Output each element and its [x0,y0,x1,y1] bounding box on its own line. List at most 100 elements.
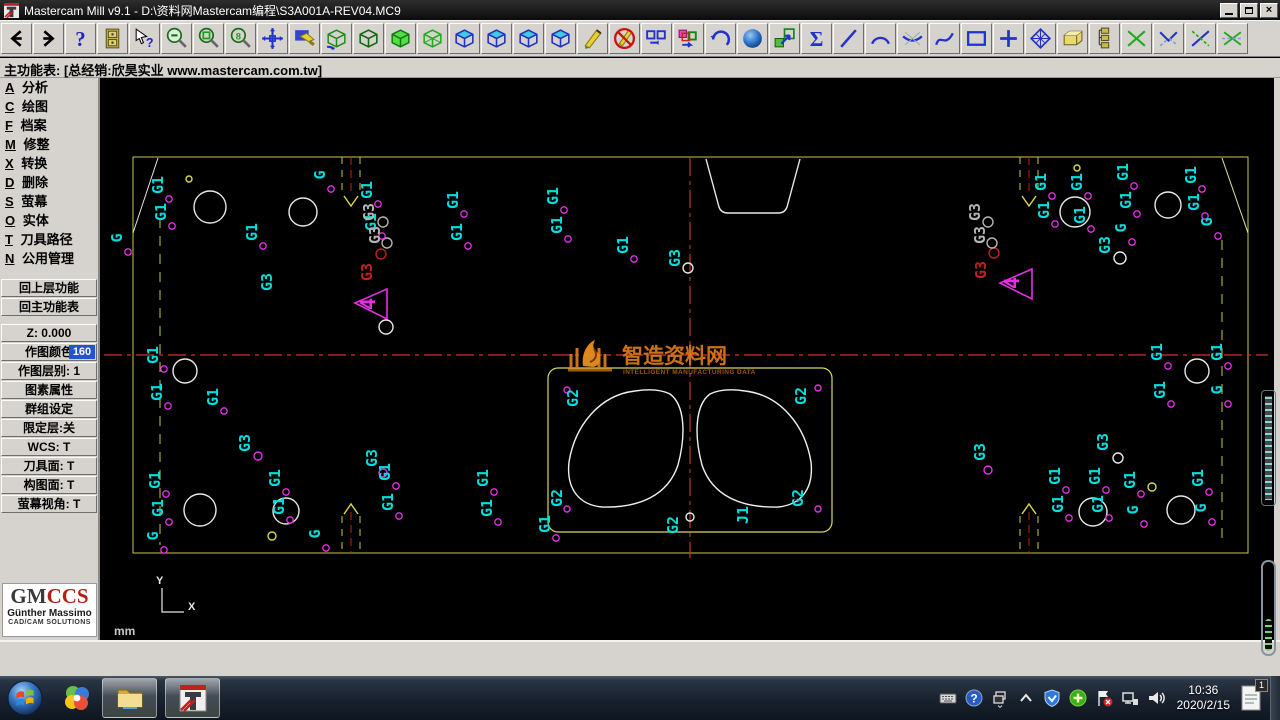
cplane-top-button[interactable] [449,23,480,54]
undo-button[interactable] [705,23,736,54]
status-button-4[interactable]: 群组设定 [1,400,97,418]
dynamic-rotate-button[interactable] [321,23,352,54]
menu-item-M[interactable]: M 修整 [0,135,98,154]
create-point-button[interactable] [993,23,1024,54]
network-icon[interactable] [1119,687,1141,709]
menu-item-N[interactable]: N 公用管理 [0,249,98,268]
status-button-6[interactable]: WCS: T [1,438,97,456]
repaint-button[interactable] [289,23,320,54]
taskbar-mastercam-button[interactable] [165,678,220,718]
svg-text:G3: G3 [366,226,384,244]
status-button-2[interactable]: 作图层别: 1 [1,362,97,380]
menu-item-S[interactable]: S 萤幕 [0,192,98,211]
restore-button[interactable] [1240,2,1258,18]
zoom-auto-button[interactable]: 8 [225,23,256,54]
taskbar-explorer-button[interactable] [102,678,157,718]
status-button-7[interactable]: 刀具面: T [1,457,97,475]
fit-pan-button[interactable] [257,23,288,54]
show-desktop-button[interactable] [1270,676,1280,720]
svg-text:G1: G1 [1148,343,1166,361]
toolpath-manager-button[interactable] [1089,23,1120,54]
main-menu-button[interactable]: 回主功能表 [1,298,97,316]
menu-item-D[interactable]: D 删除 [0,173,98,192]
svg-text:G1: G1 [1114,163,1132,181]
prev-menu-button[interactable] [1,23,32,54]
notification-icon[interactable]: 1 [1238,679,1268,713]
title-bar[interactable]: Mastercam Mill v9.1 - D:\资料网Mastercam编程\… [0,0,1280,20]
file-manager-button[interactable] [97,23,128,54]
copy-button[interactable] [641,23,672,54]
trim-break-button[interactable] [1217,23,1248,54]
cplane-side-button[interactable] [513,23,544,54]
zoom-window-button[interactable] [193,23,224,54]
cad-canvas[interactable]: G1 G1 G G1 G G1 G1 G1 G1 G1 G1 G1 G3 G3 G1 G1 G1 G1 G1 G G1 G… [100,78,1274,640]
svg-text:G3: G3 [966,203,984,221]
menu-item-X[interactable]: X 转换 [0,154,98,173]
menu-item-T[interactable]: T 刀具路径 [0,230,98,249]
cplane-front-button[interactable] [481,23,512,54]
create-solid-button[interactable] [1057,23,1088,54]
unit-label: mm [114,624,135,638]
svg-text:G1: G1 [266,469,284,487]
arrow-up-icon[interactable] [1015,687,1037,709]
zoom-button[interactable] [161,23,192,54]
taskbar-clock[interactable]: 10:36 2020/2/15 [1177,683,1230,713]
create-surface-button[interactable] [1025,23,1056,54]
svg-text:G1: G1 [448,223,466,241]
sketch-button[interactable] [577,23,608,54]
mastercam-taskbar-icon [179,684,206,712]
taskbar-app-colorwheel[interactable] [60,681,94,715]
analyze-button[interactable]: Σ [801,23,832,54]
solids-view-button[interactable] [769,23,800,54]
windows-taskbar: ? 10:36 2020/2/15 1 [0,676,1280,720]
flag-icon[interactable] [1093,687,1115,709]
gview-iso-button[interactable] [417,23,448,54]
create-fillet-button[interactable] [897,23,928,54]
svg-text:G1: G1 [152,203,170,221]
menu-item-F[interactable]: F 档案 [0,116,98,135]
status-button-1[interactable]: 作图颜色 160 [1,343,97,361]
cad-viewport[interactable]: G1 G1 G G1 G G1 G1 G1 G1 G1 G1 G1 G3 G3 G1 G1 G1 G1 G1 G G1 G… [100,78,1274,640]
green-plus-icon[interactable] [1067,687,1089,709]
trim-divide-button[interactable] [1185,23,1216,54]
status-button-5[interactable]: 限定层:关 [1,419,97,437]
cursor-help-button[interactable]: ? [129,23,160,54]
menu-item-C[interactable]: C 绘图 [0,97,98,116]
svg-text:?: ? [146,36,154,50]
create-arc-button[interactable] [865,23,896,54]
menu-item-A[interactable]: A 分析 [0,78,98,97]
status-button-3[interactable]: 图素属性 [1,381,97,399]
scrollbar-track[interactable] [1261,560,1276,656]
menu-item-O[interactable]: O 实体 [0,211,98,230]
delete-button[interactable] [609,23,640,54]
minimize-button[interactable] [1220,2,1238,18]
shade-button[interactable] [737,23,768,54]
create-line-button[interactable] [833,23,864,54]
scrollbar-thumb[interactable] [1261,390,1276,506]
cplane-iso-button[interactable] [545,23,576,54]
status-button-0[interactable]: Z: 0.000 [1,324,97,342]
back-menu-button[interactable]: 回上层功能 [1,279,97,297]
svg-text:?: ? [75,27,85,51]
create-spline-button[interactable] [929,23,960,54]
create-rectangle-button[interactable] [961,23,992,54]
volume-icon[interactable] [1145,687,1167,709]
gview-wireframe-button[interactable] [353,23,384,54]
start-button[interactable] [4,677,46,719]
svg-text:G: G [1208,385,1226,394]
status-button-9[interactable]: 萤幕视角: T [1,495,97,513]
keyboard-icon[interactable] [937,687,959,709]
window-restore-icon[interactable] [989,687,1011,709]
help-tray-icon[interactable]: ? [963,687,985,709]
next-menu-button[interactable] [33,23,64,54]
trim-2-button[interactable] [1153,23,1184,54]
close-button[interactable]: × [1260,2,1278,18]
help-button[interactable]: ? [65,23,96,54]
trim-1-button[interactable] [1121,23,1152,54]
copy-attributes-button[interactable] [673,23,704,54]
status-button-8[interactable]: 构图面: T [1,476,97,494]
shield-icon[interactable] [1041,687,1063,709]
gview-shaded-button[interactable] [385,23,416,54]
main-toolbar: ?? 8 Σ [0,20,1280,57]
svg-text:8: 8 [236,32,241,42]
